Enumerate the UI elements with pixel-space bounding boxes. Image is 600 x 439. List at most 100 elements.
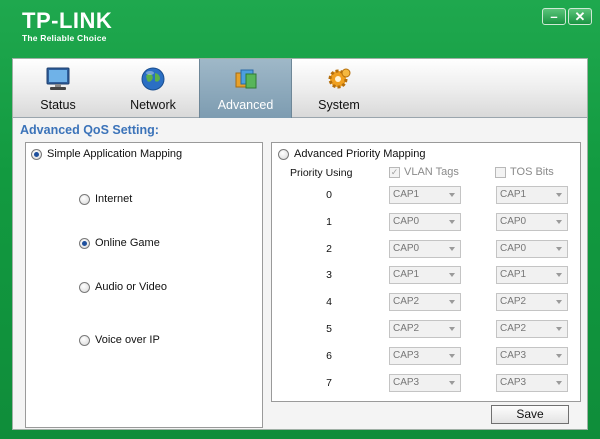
monitor-icon <box>46 67 70 90</box>
folders-icon <box>235 69 256 89</box>
option-internet[interactable]: Internet <box>79 193 132 205</box>
radio-indicator <box>79 281 90 293</box>
radio-indicator <box>31 148 42 160</box>
chevron-down-icon <box>449 219 455 224</box>
radio-indicator <box>79 334 90 346</box>
tos-cap-select[interactable]: CAP2 <box>496 293 568 312</box>
select-value: CAP2 <box>500 323 527 334</box>
priority-number: 4 <box>326 296 332 309</box>
tab-system[interactable]: System <box>303 59 375 118</box>
minimize-button[interactable]: – <box>542 8 566 25</box>
priority-number: 5 <box>326 323 332 335</box>
select-value: CAP1 <box>500 189 527 200</box>
select-value: CAP0 <box>500 242 527 254</box>
tab-label: Network <box>130 98 176 112</box>
tab-bar: Status Network Advanced System <box>13 59 587 118</box>
option-voip[interactable]: Voice over IP <box>79 334 160 346</box>
priority-header: Priority Using <box>290 167 353 179</box>
select-value: CAP3 <box>500 349 527 361</box>
chevron-down-icon <box>449 380 455 385</box>
select-value: CAP2 <box>393 296 420 308</box>
main-content: Status Network Advanced System Advanced … <box>12 58 588 430</box>
option-audio-video[interactable]: Audio or Video <box>79 281 167 293</box>
tos-cap-select[interactable]: CAP2 <box>496 320 568 338</box>
tos-bits-label: TOS Bits <box>510 166 554 178</box>
select-value: CAP1 <box>393 269 420 281</box>
vlan-cap-select[interactable]: CAP1 <box>389 266 461 285</box>
brand-logo: TP-LINK The Reliable Choice <box>22 8 113 44</box>
tos-cap-select[interactable]: CAP0 <box>496 239 568 258</box>
tab-status[interactable]: Status <box>19 59 97 118</box>
radio-indicator <box>79 193 90 205</box>
gear-icon <box>328 68 351 89</box>
option-label: Internet <box>95 193 133 205</box>
option-label: Online Game <box>95 237 160 249</box>
chevron-down-icon <box>556 219 562 224</box>
advanced-mapping-radio[interactable]: Advanced Priority Mapping <box>278 148 425 160</box>
priority-number: 0 <box>326 189 332 201</box>
select-value: CAP3 <box>393 349 420 361</box>
priority-number: 3 <box>326 269 332 282</box>
vlan-cap-select[interactable]: CAP0 <box>389 212 461 231</box>
brand-name: TP-LINK <box>22 8 113 33</box>
window-controls: – ✕ <box>542 8 592 25</box>
tos-cap-select[interactable]: CAP1 <box>496 186 568 204</box>
advanced-mapping-label: Advanced Priority Mapping <box>294 148 426 160</box>
chevron-down-icon <box>449 246 455 251</box>
chevron-down-icon <box>556 273 562 278</box>
tos-bits-checkbox[interactable]: TOS Bits <box>495 166 554 178</box>
tab-network[interactable]: Network <box>113 59 193 118</box>
tos-cap-select[interactable]: CAP3 <box>496 346 568 365</box>
priority-number: 7 <box>326 376 332 389</box>
select-value: CAP3 <box>500 376 527 388</box>
radio-indicator <box>79 237 90 249</box>
tab-advanced[interactable]: Advanced <box>199 59 292 118</box>
chevron-down-icon <box>449 353 455 358</box>
option-online-game[interactable]: Online Game <box>79 237 160 249</box>
save-button[interactable]: Save <box>491 405 569 424</box>
priority-number: 6 <box>326 349 332 362</box>
select-value: CAP2 <box>500 296 527 308</box>
option-label: Voice over IP <box>95 334 160 346</box>
priority-number: 2 <box>326 242 332 255</box>
select-value: CAP1 <box>500 269 527 281</box>
tos-cap-select[interactable]: CAP3 <box>496 373 568 392</box>
simple-mapping-label: Simple Application Mapping <box>47 148 183 160</box>
vlan-cap-select[interactable]: CAP1 <box>389 186 461 204</box>
advanced-mapping-panel: Advanced Priority Mapping Priority Using… <box>271 142 581 402</box>
vlan-cap-select[interactable]: CAP0 <box>389 239 461 258</box>
tab-label: Status <box>40 98 76 112</box>
chevron-down-icon <box>449 193 455 197</box>
chevron-down-icon <box>556 193 562 197</box>
chevron-down-icon <box>449 327 455 331</box>
brand-tagline: The Reliable Choice <box>22 33 107 43</box>
chevron-down-icon <box>556 353 562 358</box>
chevron-down-icon <box>449 273 455 278</box>
checkbox-indicator: ✓ <box>389 166 400 178</box>
checkbox-indicator <box>495 166 506 178</box>
vlan-tags-checkbox[interactable]: ✓ VLAN Tags <box>389 166 459 178</box>
option-label: Audio or Video <box>95 281 167 293</box>
section-title: Advanced QoS Setting: <box>20 123 159 137</box>
vlan-cap-select[interactable]: CAP3 <box>389 373 461 392</box>
tab-label: System <box>318 98 360 112</box>
select-value: CAP3 <box>393 376 420 388</box>
select-value: CAP1 <box>393 189 420 200</box>
priority-number: 1 <box>326 215 332 228</box>
vlan-cap-select[interactable]: CAP2 <box>389 293 461 312</box>
chevron-down-icon <box>556 327 562 331</box>
select-value: CAP0 <box>500 215 527 227</box>
select-value: CAP0 <box>393 215 420 227</box>
select-value: CAP0 <box>393 242 420 254</box>
chevron-down-icon <box>556 380 562 385</box>
vlan-cap-select[interactable]: CAP2 <box>389 320 461 338</box>
close-button[interactable]: ✕ <box>568 8 592 25</box>
simple-mapping-radio[interactable]: Simple Application Mapping <box>31 148 182 160</box>
tos-cap-select[interactable]: CAP1 <box>496 266 568 285</box>
tos-cap-select[interactable]: CAP0 <box>496 212 568 231</box>
vlan-cap-select[interactable]: CAP3 <box>389 346 461 365</box>
globe-icon <box>141 67 165 91</box>
chevron-down-icon <box>556 300 562 305</box>
app-window: TP-LINK The Reliable Choice – ✕ Status N… <box>0 0 600 439</box>
select-value: CAP2 <box>393 323 420 334</box>
